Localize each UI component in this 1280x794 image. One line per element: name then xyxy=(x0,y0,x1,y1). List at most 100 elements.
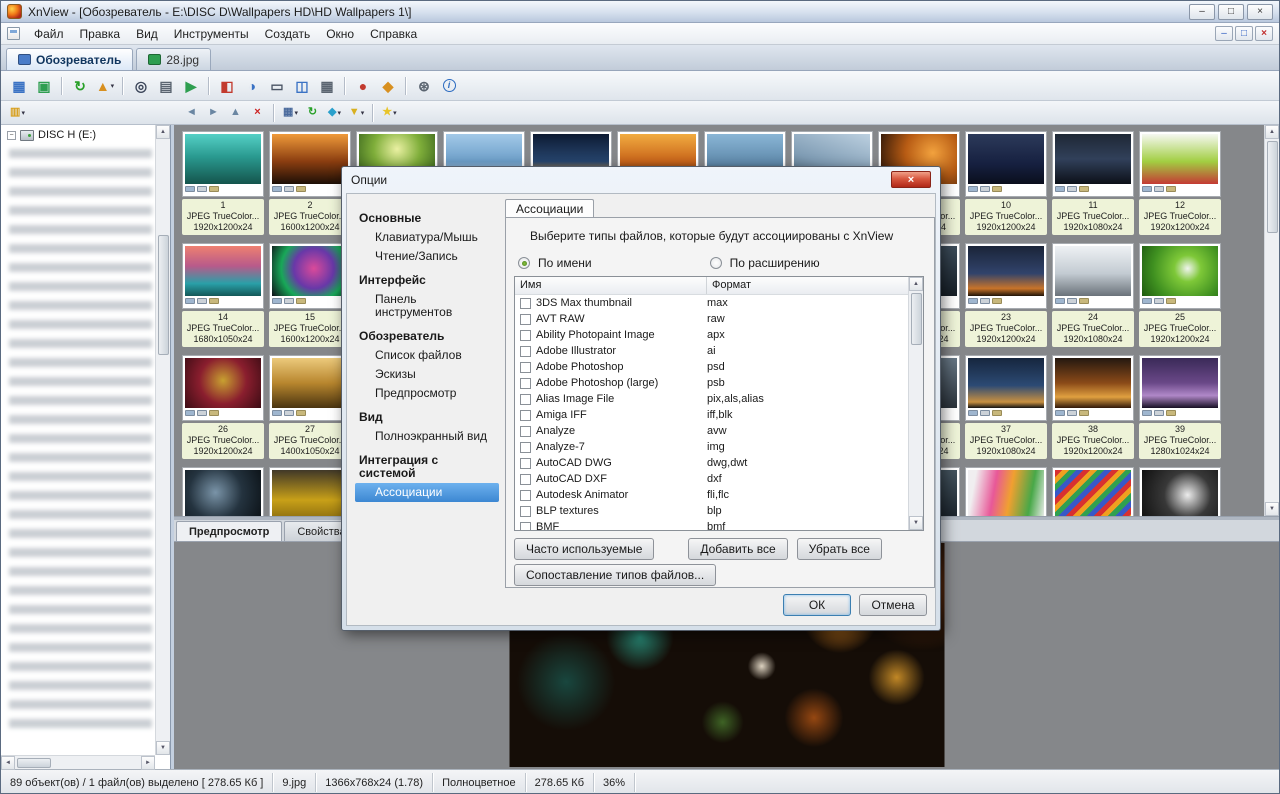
options-nav-item[interactable]: Панель инструментов xyxy=(355,290,499,322)
thumbnail-cell[interactable] xyxy=(1139,467,1221,516)
options-nav-item[interactable]: Предпросмотр xyxy=(355,384,499,403)
slideshow-icon[interactable]: ▶ xyxy=(179,74,203,98)
filetype-checkbox[interactable] xyxy=(520,346,531,357)
filetype-checkbox[interactable] xyxy=(520,410,531,421)
thumbnail-cell[interactable]: 23 JPEG TrueColor... 1920x1200x24 xyxy=(965,243,1047,350)
thumbnail-cell[interactable]: 37 JPEG TrueColor... 1920x1080x24 xyxy=(965,355,1047,462)
filetype-row[interactable]: Ability Photopaint Image apx xyxy=(515,327,907,343)
toolbar-separator[interactable] xyxy=(344,77,346,95)
dialog-close-button[interactable]: × xyxy=(891,171,931,188)
refresh-icon[interactable]: ↻ xyxy=(302,103,323,123)
scroll-up-icon[interactable]: ▲ xyxy=(156,125,170,139)
view-mode-icon[interactable]: ▦ ▾ xyxy=(280,103,301,123)
tree-expander-icon[interactable]: − xyxy=(7,131,16,140)
filetype-list-header[interactable]: Имя Формат xyxy=(515,277,923,295)
menu-item[interactable]: Файл xyxy=(26,25,72,43)
forward-icon[interactable]: ► xyxy=(203,103,224,123)
thumbnail-cell[interactable] xyxy=(965,467,1047,516)
dialog-title-bar[interactable]: Опции × xyxy=(342,167,940,192)
scroll-down-icon[interactable]: ▼ xyxy=(909,516,923,530)
thumbnail-cell[interactable] xyxy=(1052,467,1134,516)
toolbar-separator[interactable] xyxy=(122,77,124,95)
radio-by-extension[interactable] xyxy=(710,257,722,269)
thumbnail-cell[interactable]: 1 JPEG TrueColor... 1920x1200x24 xyxy=(182,131,264,238)
filetype-checkbox[interactable] xyxy=(520,490,531,501)
options-nav-item[interactable]: Интеграция с системой xyxy=(355,451,499,483)
filetype-row[interactable]: Autodesk Animator fli,flc xyxy=(515,487,907,503)
thumbnail-cell[interactable]: 26 JPEG TrueColor... 1920x1200x24 xyxy=(182,355,264,462)
filetype-checkbox[interactable] xyxy=(520,474,531,485)
back-icon[interactable]: ◄ xyxy=(181,103,202,123)
thumbnail-cell[interactable]: 38 JPEG TrueColor... 1920x1200x24 xyxy=(1052,355,1134,462)
thumbnail-cell[interactable]: 24 JPEG TrueColor... 1920x1080x24 xyxy=(1052,243,1134,350)
options-nav-item[interactable]: Эскизы xyxy=(355,365,499,384)
filetype-checkbox[interactable] xyxy=(520,442,531,453)
search-icon[interactable]: ◎ xyxy=(129,74,153,98)
filetype-list-scrollbar[interactable]: ▲ ▼ xyxy=(908,277,923,530)
ok-button[interactable]: ОК xyxy=(783,594,851,616)
thumbnail-cell[interactable] xyxy=(182,467,264,516)
sort-icon[interactable]: ◆ ▾ xyxy=(324,103,345,123)
scrollbar-thumb[interactable] xyxy=(911,293,922,345)
toolbar-separator[interactable] xyxy=(372,104,374,122)
print-icon[interactable]: ▤ xyxy=(154,74,178,98)
filetype-checkbox[interactable] xyxy=(520,298,531,309)
column-format[interactable]: Формат xyxy=(707,277,923,294)
filetype-checkbox[interactable] xyxy=(520,314,531,325)
filetype-checkbox[interactable] xyxy=(520,362,531,373)
settings-gear-icon[interactable]: ⊛ xyxy=(412,74,436,98)
filetype-row[interactable]: BLP textures blp xyxy=(515,503,907,519)
delete-icon[interactable]: × xyxy=(247,103,268,123)
options-nav-item[interactable]: Список файлов xyxy=(355,346,499,365)
filetype-row[interactable]: Adobe Photoshop (large) psb xyxy=(515,375,907,391)
parent-folder-icon[interactable]: ▲ ▾ xyxy=(93,74,117,98)
thumbnail-cell[interactable]: 12 JPEG TrueColor... 1920x1200x24 xyxy=(1139,131,1221,238)
browser-tab[interactable]: 28.jpg xyxy=(136,48,211,70)
convert-icon[interactable]: ◧ xyxy=(215,74,239,98)
tree-horizontal-scrollbar[interactable]: ◄ ► xyxy=(1,755,155,769)
monitor-icon[interactable]: ◫ xyxy=(290,74,314,98)
menu-item[interactable]: Окно xyxy=(318,25,362,43)
options-nav-item[interactable]: Обозреватель xyxy=(355,327,499,346)
scrollbar-thumb[interactable] xyxy=(17,758,51,768)
toolbar-separator[interactable] xyxy=(273,104,275,122)
menu-item[interactable]: Правка xyxy=(72,25,129,43)
options-nav-item[interactable]: Клавиатура/Мышь xyxy=(355,228,499,247)
thumbnail-cell[interactable] xyxy=(269,467,351,516)
filetype-row[interactable]: Adobe Illustrator ai xyxy=(515,343,907,359)
filetype-checkbox[interactable] xyxy=(520,426,531,437)
menu-item[interactable]: Справка xyxy=(362,25,425,43)
contact-sheet-icon[interactable]: ▦ xyxy=(315,74,339,98)
mdi-restore-button[interactable]: □ xyxy=(1235,26,1253,41)
screen-capture-icon[interactable]: ▭ xyxy=(265,74,289,98)
favorites-icon[interactable]: ★ ▾ xyxy=(379,103,400,123)
preview-tab[interactable]: Предпросмотр xyxy=(176,521,282,541)
filetype-checkbox[interactable] xyxy=(520,378,531,389)
options-nav-item[interactable]: Основные xyxy=(355,209,499,228)
scrollbar-thumb[interactable] xyxy=(158,235,169,355)
new-folder-icon[interactable]: ▥ ▾ xyxy=(7,103,28,123)
file-type-mapping-button[interactable]: Сопоставление типов файлов... xyxy=(514,564,716,586)
filetype-row[interactable]: Adobe Photoshop psd xyxy=(515,359,907,375)
filetype-checkbox[interactable] xyxy=(520,394,531,405)
browser-vertical-scrollbar[interactable]: ▲ ▼ xyxy=(1264,125,1279,516)
options-nav-item[interactable]: Ассоциации xyxy=(355,483,499,502)
filetype-row[interactable]: AutoCAD DXF dxf xyxy=(515,471,907,487)
filetype-checkbox[interactable] xyxy=(520,330,531,341)
menu-item[interactable]: Вид xyxy=(128,25,166,43)
viewer-icon[interactable]: ▣ xyxy=(32,74,56,98)
filetype-row[interactable]: Analyze avw xyxy=(515,423,907,439)
capture-icon[interactable]: ◑ xyxy=(240,74,264,98)
tree-root-node[interactable]: − DISC H (E:) xyxy=(1,125,170,143)
filetype-row[interactable]: Analyze-7 img xyxy=(515,439,907,455)
scroll-down-icon[interactable]: ▼ xyxy=(1265,502,1279,516)
filter-icon[interactable]: ▼ ▾ xyxy=(346,103,367,123)
up-icon[interactable]: ▲ xyxy=(225,103,246,123)
info-icon[interactable]: i xyxy=(437,74,461,98)
filetype-row[interactable]: Alias Image File pix,als,alias xyxy=(515,391,907,407)
filetype-checkbox[interactable] xyxy=(520,522,531,531)
browser-icon[interactable]: ▦ xyxy=(7,74,31,98)
thumbnail-cell[interactable]: 15 JPEG TrueColor... 1600x1200x24 xyxy=(269,243,351,350)
scroll-right-icon[interactable]: ► xyxy=(141,756,155,770)
thumbnail-cell[interactable]: 25 JPEG TrueColor... 1920x1200x24 xyxy=(1139,243,1221,350)
